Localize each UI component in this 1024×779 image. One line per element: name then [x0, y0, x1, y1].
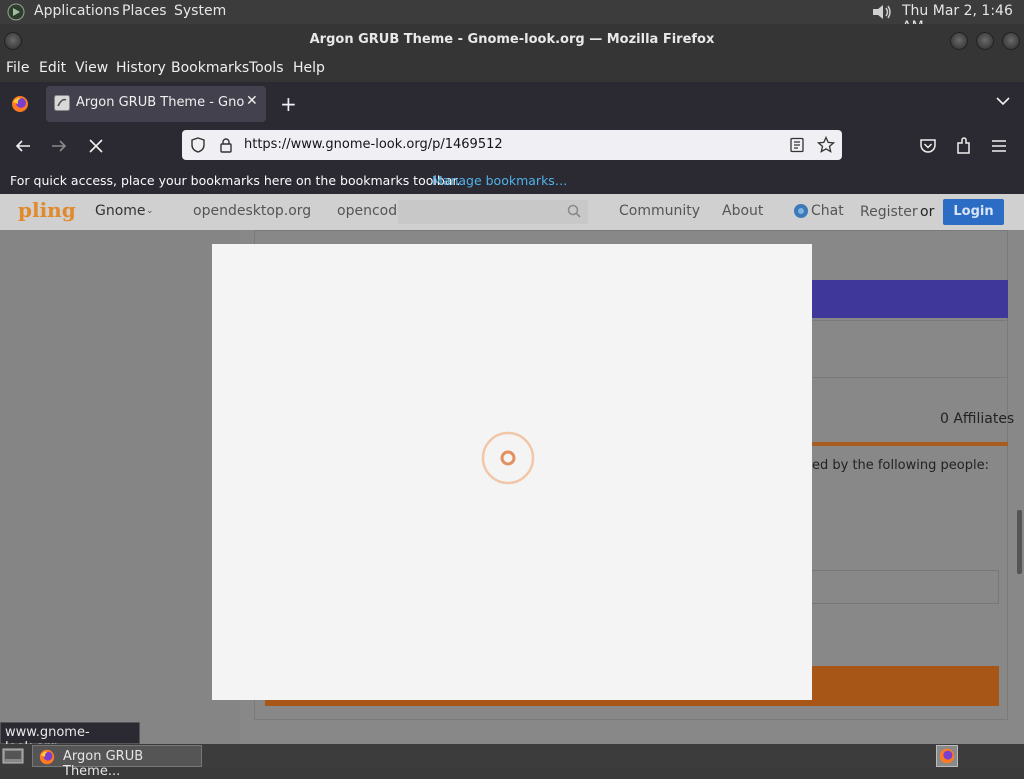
purple-action-button[interactable]	[790, 280, 1008, 318]
login-button[interactable]: Login	[943, 199, 1004, 225]
taskbar-window-label: Argon GRUB Theme...	[63, 749, 144, 779]
site-search-input[interactable]	[398, 200, 588, 224]
lock-icon[interactable]	[218, 137, 234, 153]
tab-favicon-icon	[54, 95, 70, 111]
pocket-icon[interactable]	[918, 136, 938, 156]
url-bar[interactable]: https://www.gnome-look.org/p/1469512	[182, 130, 842, 160]
pling-logo[interactable]: pling	[18, 198, 76, 222]
menubar: File Edit View History Bookmarks Tools H…	[0, 56, 1024, 82]
left-column	[0, 230, 240, 744]
stop-loading-icon[interactable]	[87, 137, 105, 155]
close-button[interactable]	[1002, 32, 1020, 50]
manage-bookmarks-link[interactable]: Manage bookmarks…	[432, 173, 567, 188]
gnome-foot-icon[interactable]	[6, 3, 26, 21]
forward-arrow-icon[interactable]	[50, 137, 68, 155]
or-text: or	[920, 204, 935, 220]
url-text[interactable]: https://www.gnome-look.org/p/1469512	[244, 137, 503, 152]
tracking-shield-icon[interactable]	[190, 137, 206, 153]
workspace-switcher[interactable]	[936, 745, 958, 767]
menu-file[interactable]: File	[6, 60, 29, 76]
page-scrollbar[interactable]	[1017, 510, 1022, 574]
tab-label: Argon GRUB Theme - Gnom	[76, 95, 244, 110]
list-all-tabs-icon[interactable]	[996, 96, 1010, 106]
menu-history[interactable]: History	[116, 60, 166, 76]
bookmarks-toolbar: For quick access, place your bookmarks h…	[0, 166, 1024, 194]
window-titlebar[interactable]: Argon GRUB Theme - Gnome-look.org — Mozi…	[0, 24, 1024, 56]
bookmark-star-icon[interactable]	[817, 136, 835, 154]
volume-icon[interactable]	[870, 2, 894, 22]
site-header: pling Gnome ⌄ opendesktop.org opencode C…	[0, 194, 1024, 230]
side-box	[790, 320, 1008, 378]
menu-help[interactable]: Help	[293, 60, 325, 76]
page-content: pling Gnome ⌄ opendesktop.org opencode C…	[0, 194, 1024, 744]
status-link-tooltip: www.gnome-look.org	[0, 722, 140, 755]
search-icon[interactable]	[567, 204, 581, 218]
menu-bookmarks[interactable]: Bookmarks	[171, 60, 249, 76]
firefox-icon	[38, 748, 56, 766]
chat-link[interactable]: Chat	[811, 203, 844, 219]
bookmarks-hint-text: For quick access, place your bookmarks h…	[10, 173, 461, 188]
new-tab-button[interactable]: +	[280, 92, 297, 116]
applications-menu[interactable]: Applications	[34, 3, 120, 19]
back-arrow-icon[interactable]	[14, 137, 32, 155]
affiliates-count: 0 Affiliates	[940, 411, 1015, 427]
opendesktop-link[interactable]: opendesktop.org	[193, 203, 311, 219]
community-menu[interactable]: Community	[619, 203, 700, 219]
loading-modal	[212, 244, 812, 700]
menu-tools[interactable]: Tools	[249, 60, 284, 76]
taskbar-firefox-window[interactable]: Argon GRUB Theme...	[32, 745, 202, 779]
maximize-button[interactable]	[976, 32, 994, 50]
top-panel: Applications Places System Thu Mar 2, 1:…	[0, 0, 1024, 35]
system-menu[interactable]: System	[174, 3, 226, 19]
opencode-link[interactable]: opencode	[337, 203, 406, 219]
loading-spinner-icon	[480, 430, 536, 486]
firefox-workspace-icon	[938, 747, 956, 765]
show-desktop-icon[interactable]	[2, 747, 24, 765]
supporters-text: ed by the following people:	[812, 458, 989, 473]
tab-close-icon[interactable]: ✕	[246, 93, 258, 109]
reader-view-icon[interactable]	[789, 137, 805, 153]
gnome-dropdown[interactable]: Gnome	[95, 203, 146, 219]
text-input-box[interactable]	[806, 570, 999, 604]
firefox-view-icon[interactable]	[10, 94, 30, 114]
orange-divider	[790, 442, 1008, 446]
minimize-button[interactable]	[950, 32, 968, 50]
extensions-icon[interactable]	[954, 136, 974, 156]
window-title: Argon GRUB Theme - Gnome-look.org — Mozi…	[309, 32, 715, 47]
register-link[interactable]: Register	[860, 204, 918, 220]
bottom-panel: Argon GRUB Theme...	[0, 744, 1024, 779]
chat-icon	[792, 203, 810, 219]
hamburger-menu-icon[interactable]	[990, 137, 1008, 155]
places-menu[interactable]: Places	[122, 3, 167, 19]
tab-argon-grub-theme[interactable]: Argon GRUB Theme - Gnom ✕	[46, 86, 266, 122]
chevron-down-icon: ⌄	[146, 206, 154, 216]
about-menu[interactable]: About	[722, 203, 763, 219]
menu-view[interactable]: View	[75, 60, 108, 76]
menu-edit[interactable]: Edit	[39, 60, 66, 76]
